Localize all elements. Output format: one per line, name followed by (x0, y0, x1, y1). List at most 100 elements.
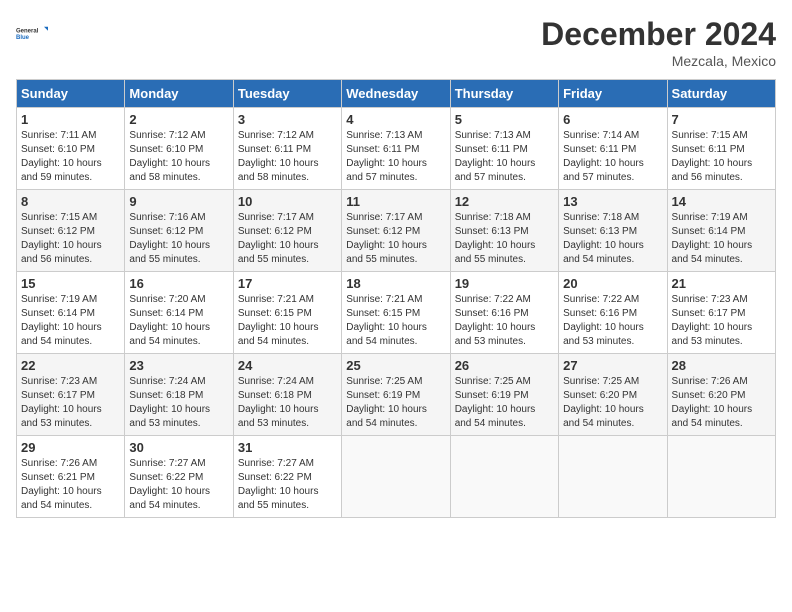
header-wednesday: Wednesday (342, 80, 450, 108)
calendar-cell: 5 Sunrise: 7:13 AM Sunset: 6:11 PM Dayli… (450, 108, 558, 190)
day-info: Sunrise: 7:26 AM Sunset: 6:21 PM Dayligh… (21, 457, 120, 513)
day-number: 29 (21, 440, 120, 455)
day-info: Sunrise: 7:18 AM Sunset: 6:13 PM Dayligh… (563, 211, 662, 267)
header-tuesday: Tuesday (233, 80, 341, 108)
day-info: Sunrise: 7:15 AM Sunset: 6:11 PM Dayligh… (672, 129, 771, 185)
calendar-cell: 4 Sunrise: 7:13 AM Sunset: 6:11 PM Dayli… (342, 108, 450, 190)
day-number: 22 (21, 358, 120, 373)
calendar-cell (342, 436, 450, 518)
day-number: 30 (129, 440, 228, 455)
calendar-cell: 17 Sunrise: 7:21 AM Sunset: 6:15 PM Dayl… (233, 272, 341, 354)
calendar-cell: 6 Sunrise: 7:14 AM Sunset: 6:11 PM Dayli… (559, 108, 667, 190)
day-info: Sunrise: 7:23 AM Sunset: 6:17 PM Dayligh… (21, 375, 120, 431)
calendar-row-2: 15 Sunrise: 7:19 AM Sunset: 6:14 PM Dayl… (17, 272, 776, 354)
day-number: 5 (455, 112, 554, 127)
day-info: Sunrise: 7:17 AM Sunset: 6:12 PM Dayligh… (346, 211, 445, 267)
day-number: 27 (563, 358, 662, 373)
day-number: 6 (563, 112, 662, 127)
calendar-cell: 23 Sunrise: 7:24 AM Sunset: 6:18 PM Dayl… (125, 354, 233, 436)
calendar-cell: 2 Sunrise: 7:12 AM Sunset: 6:10 PM Dayli… (125, 108, 233, 190)
day-info: Sunrise: 7:21 AM Sunset: 6:15 PM Dayligh… (238, 293, 337, 349)
calendar-cell: 19 Sunrise: 7:22 AM Sunset: 6:16 PM Dayl… (450, 272, 558, 354)
calendar-cell: 11 Sunrise: 7:17 AM Sunset: 6:12 PM Dayl… (342, 190, 450, 272)
day-number: 16 (129, 276, 228, 291)
day-number: 20 (563, 276, 662, 291)
calendar-cell: 7 Sunrise: 7:15 AM Sunset: 6:11 PM Dayli… (667, 108, 775, 190)
calendar-cell: 8 Sunrise: 7:15 AM Sunset: 6:12 PM Dayli… (17, 190, 125, 272)
calendar-row-4: 29 Sunrise: 7:26 AM Sunset: 6:21 PM Dayl… (17, 436, 776, 518)
day-info: Sunrise: 7:18 AM Sunset: 6:13 PM Dayligh… (455, 211, 554, 267)
day-number: 7 (672, 112, 771, 127)
day-info: Sunrise: 7:23 AM Sunset: 6:17 PM Dayligh… (672, 293, 771, 349)
calendar-row-3: 22 Sunrise: 7:23 AM Sunset: 6:17 PM Dayl… (17, 354, 776, 436)
day-number: 3 (238, 112, 337, 127)
day-info: Sunrise: 7:27 AM Sunset: 6:22 PM Dayligh… (129, 457, 228, 513)
day-info: Sunrise: 7:13 AM Sunset: 6:11 PM Dayligh… (455, 129, 554, 185)
header-friday: Friday (559, 80, 667, 108)
day-number: 15 (21, 276, 120, 291)
day-number: 19 (455, 276, 554, 291)
calendar-cell: 12 Sunrise: 7:18 AM Sunset: 6:13 PM Dayl… (450, 190, 558, 272)
day-info: Sunrise: 7:12 AM Sunset: 6:11 PM Dayligh… (238, 129, 337, 185)
calendar-table: SundayMondayTuesdayWednesdayThursdayFrid… (16, 79, 776, 518)
day-number: 24 (238, 358, 337, 373)
day-number: 26 (455, 358, 554, 373)
day-info: Sunrise: 7:25 AM Sunset: 6:19 PM Dayligh… (455, 375, 554, 431)
day-info: Sunrise: 7:24 AM Sunset: 6:18 PM Dayligh… (129, 375, 228, 431)
calendar-cell: 14 Sunrise: 7:19 AM Sunset: 6:14 PM Dayl… (667, 190, 775, 272)
calendar-cell (559, 436, 667, 518)
day-info: Sunrise: 7:21 AM Sunset: 6:15 PM Dayligh… (346, 293, 445, 349)
day-info: Sunrise: 7:12 AM Sunset: 6:10 PM Dayligh… (129, 129, 228, 185)
calendar-cell: 29 Sunrise: 7:26 AM Sunset: 6:21 PM Dayl… (17, 436, 125, 518)
calendar-cell: 25 Sunrise: 7:25 AM Sunset: 6:19 PM Dayl… (342, 354, 450, 436)
logo-icon: General Blue (16, 16, 48, 52)
day-number: 25 (346, 358, 445, 373)
day-number: 9 (129, 194, 228, 209)
header-saturday: Saturday (667, 80, 775, 108)
day-number: 21 (672, 276, 771, 291)
svg-text:Blue: Blue (16, 35, 30, 41)
title-section: December 2024 Mezcala, Mexico (541, 16, 776, 69)
calendar-cell: 9 Sunrise: 7:16 AM Sunset: 6:12 PM Dayli… (125, 190, 233, 272)
logo: General Blue (16, 16, 48, 52)
calendar-cell: 1 Sunrise: 7:11 AM Sunset: 6:10 PM Dayli… (17, 108, 125, 190)
day-info: Sunrise: 7:16 AM Sunset: 6:12 PM Dayligh… (129, 211, 228, 267)
calendar-cell: 18 Sunrise: 7:21 AM Sunset: 6:15 PM Dayl… (342, 272, 450, 354)
day-info: Sunrise: 7:25 AM Sunset: 6:19 PM Dayligh… (346, 375, 445, 431)
header-monday: Monday (125, 80, 233, 108)
day-number: 13 (563, 194, 662, 209)
calendar-cell: 26 Sunrise: 7:25 AM Sunset: 6:19 PM Dayl… (450, 354, 558, 436)
calendar-row-1: 8 Sunrise: 7:15 AM Sunset: 6:12 PM Dayli… (17, 190, 776, 272)
day-number: 18 (346, 276, 445, 291)
calendar-cell: 15 Sunrise: 7:19 AM Sunset: 6:14 PM Dayl… (17, 272, 125, 354)
calendar-cell: 20 Sunrise: 7:22 AM Sunset: 6:16 PM Dayl… (559, 272, 667, 354)
day-info: Sunrise: 7:24 AM Sunset: 6:18 PM Dayligh… (238, 375, 337, 431)
calendar-cell: 27 Sunrise: 7:25 AM Sunset: 6:20 PM Dayl… (559, 354, 667, 436)
calendar-cell: 3 Sunrise: 7:12 AM Sunset: 6:11 PM Dayli… (233, 108, 341, 190)
day-info: Sunrise: 7:22 AM Sunset: 6:16 PM Dayligh… (563, 293, 662, 349)
day-number: 23 (129, 358, 228, 373)
day-info: Sunrise: 7:22 AM Sunset: 6:16 PM Dayligh… (455, 293, 554, 349)
location: Mezcala, Mexico (541, 53, 776, 69)
day-info: Sunrise: 7:19 AM Sunset: 6:14 PM Dayligh… (672, 211, 771, 267)
calendar-cell: 24 Sunrise: 7:24 AM Sunset: 6:18 PM Dayl… (233, 354, 341, 436)
day-number: 10 (238, 194, 337, 209)
page-header: General Blue December 2024 Mezcala, Mexi… (16, 16, 776, 69)
day-number: 4 (346, 112, 445, 127)
calendar-cell: 16 Sunrise: 7:20 AM Sunset: 6:14 PM Dayl… (125, 272, 233, 354)
day-number: 31 (238, 440, 337, 455)
svg-text:General: General (16, 28, 39, 34)
day-number: 11 (346, 194, 445, 209)
calendar-cell: 21 Sunrise: 7:23 AM Sunset: 6:17 PM Dayl… (667, 272, 775, 354)
day-number: 2 (129, 112, 228, 127)
day-number: 17 (238, 276, 337, 291)
calendar-cell: 28 Sunrise: 7:26 AM Sunset: 6:20 PM Dayl… (667, 354, 775, 436)
day-number: 28 (672, 358, 771, 373)
calendar-cell: 10 Sunrise: 7:17 AM Sunset: 6:12 PM Dayl… (233, 190, 341, 272)
calendar-cell (450, 436, 558, 518)
month-title: December 2024 (541, 16, 776, 53)
header-thursday: Thursday (450, 80, 558, 108)
day-info: Sunrise: 7:26 AM Sunset: 6:20 PM Dayligh… (672, 375, 771, 431)
day-info: Sunrise: 7:19 AM Sunset: 6:14 PM Dayligh… (21, 293, 120, 349)
calendar-cell: 13 Sunrise: 7:18 AM Sunset: 6:13 PM Dayl… (559, 190, 667, 272)
